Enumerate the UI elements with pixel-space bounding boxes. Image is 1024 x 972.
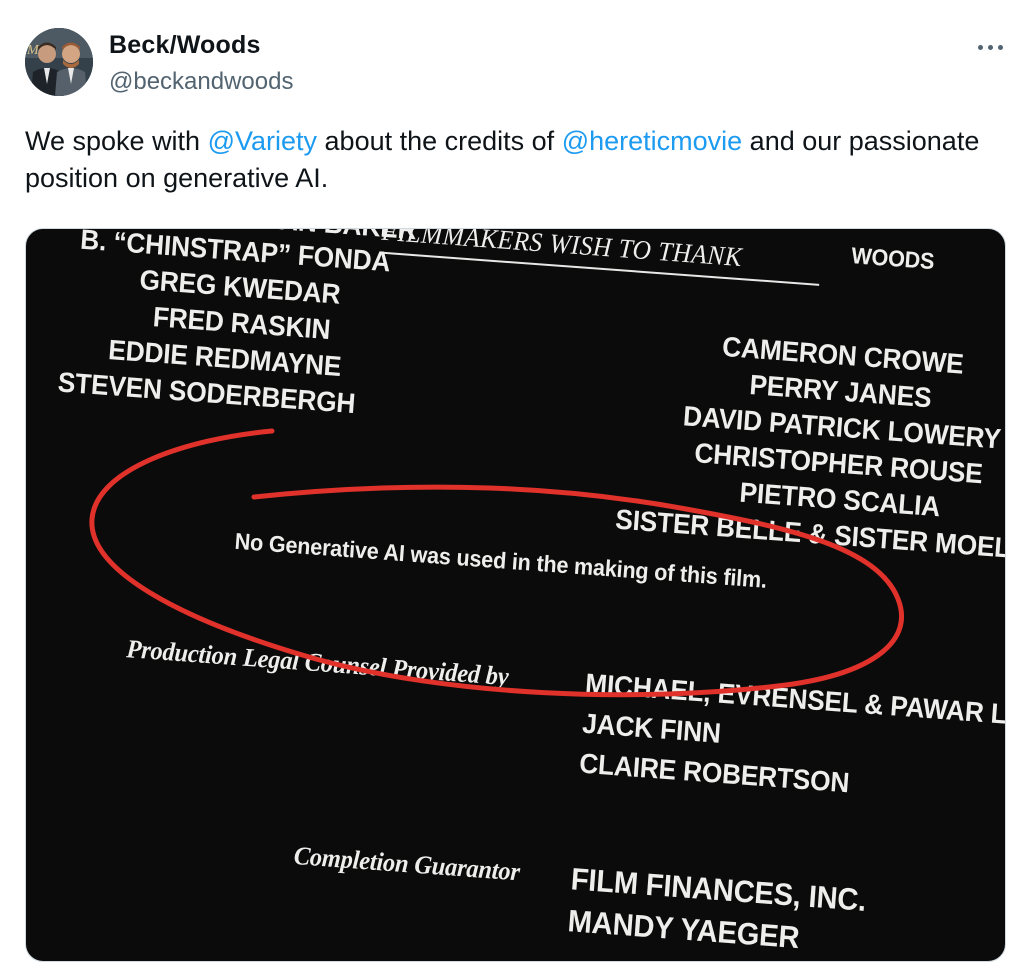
credits-legal-name: CLAIRE ROBERTSON <box>578 747 851 799</box>
mention-variety-link[interactable]: @Variety <box>208 126 317 156</box>
author-handle[interactable]: @beckandwoods <box>109 68 293 96</box>
more-options-button[interactable] <box>970 34 1010 60</box>
author-name[interactable]: Beck/Woods <box>109 31 261 60</box>
tweet-media-photo[interactable]: WOODS FILMMAKERS WISH TO THANK JOSH & JO… <box>25 228 1006 962</box>
more-dot-icon <box>987 44 993 50</box>
credits-guarantor-role: Completion Guarantor <box>292 840 521 887</box>
tweet: Me a Beck/Woods @beckandwoods We spoke w… <box>0 0 1024 972</box>
avatar-image: Me a <box>25 28 93 96</box>
tweet-text-segment: about the credits of <box>317 126 562 156</box>
mention-hereticmovie-link[interactable]: @hereticmovie <box>562 126 742 156</box>
more-dot-icon <box>977 44 983 50</box>
credits-top-right-fragment: WOODS <box>850 242 936 275</box>
credits-screen: WOODS FILMMAKERS WISH TO THANK JOSH & JO… <box>26 229 1005 961</box>
tweet-text-segment: We spoke with <box>25 126 208 156</box>
credits-legal-role: Production Legal Counsel Provided by <box>125 634 510 692</box>
credits-legal-name: JACK FINN <box>581 707 722 749</box>
tweet-text: We spoke with @Variety about the credits… <box>25 123 985 197</box>
avatar[interactable]: Me a <box>25 28 93 96</box>
more-dot-icon <box>997 44 1003 50</box>
